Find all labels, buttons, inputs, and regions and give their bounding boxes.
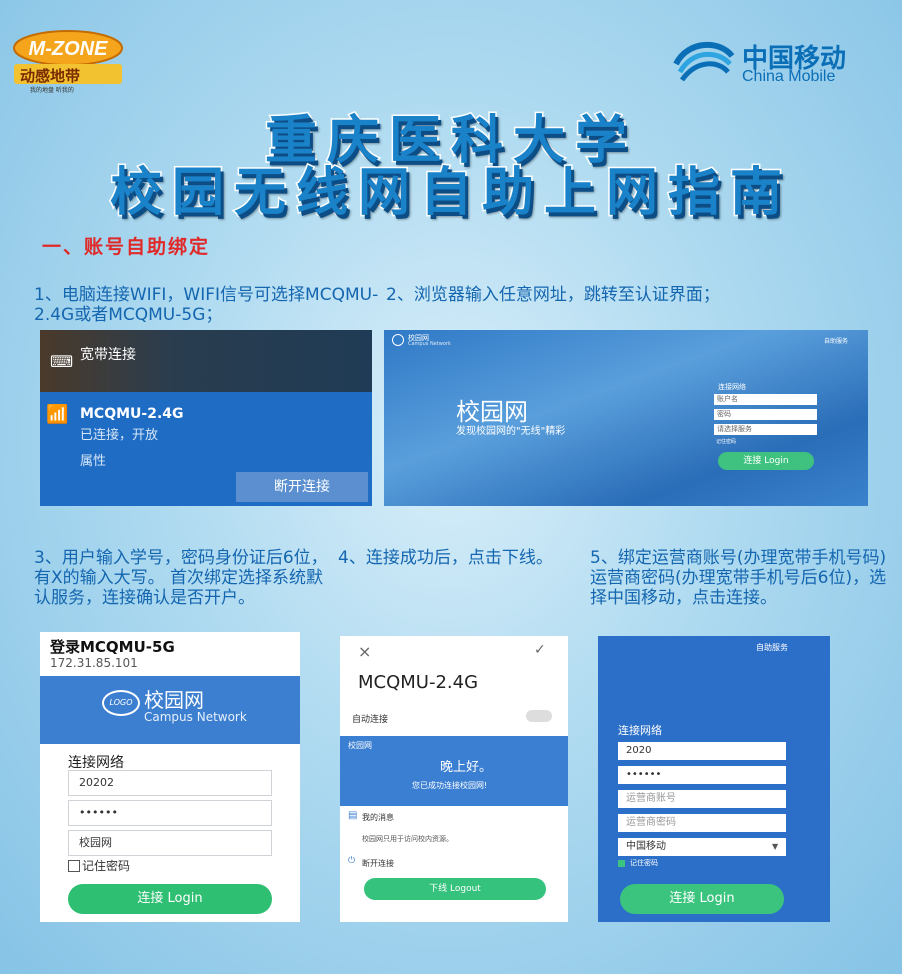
phone-service-input[interactable]: 校园网 xyxy=(68,830,272,856)
step-5-text: 5、绑定运营商账号(办理宽带手机号码)运营商密码(办理宽带手机号后6位)，选择中… xyxy=(590,548,887,608)
step-3-text: 3、用户输入学号，密码身份证后6位，有X的输入大写。 首次绑定选择系统默认服务，… xyxy=(34,548,328,608)
isp-username-input[interactable]: 2020 xyxy=(618,742,786,760)
auto-connect-label: 自动连接 xyxy=(352,715,389,725)
wifi-ssid: MCQMU-2.4G xyxy=(80,406,184,422)
broadband-label: 宽带连接 xyxy=(80,347,136,363)
china-mobile-icon xyxy=(673,41,735,82)
auth-hero-subtitle: 发现校园网的"无线"精彩 xyxy=(456,426,566,437)
mzone-sub: 动感地带 xyxy=(20,67,81,85)
step-1-text: 1、电脑连接WIFI，WIFI信号可选择MCQMU-2.4G或者MCQMU-5G… xyxy=(34,285,379,325)
isp-form-title: 连接网络 xyxy=(618,724,662,737)
campus-logo-icon: LOGO xyxy=(102,690,140,716)
isp-account-input[interactable]: 运营商账号 xyxy=(618,790,786,808)
isp-remember-label: 记住密码 xyxy=(630,859,658,867)
close-icon[interactable]: × xyxy=(358,642,371,661)
china-mobile-logo: 中国移动 China Mobile xyxy=(672,34,872,94)
step-4-text: 4、连接成功后，点击下线。 xyxy=(338,548,553,568)
isp-password-input[interactable]: •••••• xyxy=(618,766,786,784)
campus-label: 校园网 xyxy=(348,741,372,750)
wifi-menu-screenshot: ⌨ 宽带连接 📶 MCQMU-2.4G 已连接，开放 属性 断开连接 xyxy=(40,330,372,506)
isp-password2-input[interactable]: 运营商密码 xyxy=(618,814,786,832)
campus-brand: 校园网 xyxy=(144,688,204,712)
power-icon: ⏻ xyxy=(348,856,356,866)
phone-password-input[interactable]: •••••• xyxy=(68,800,272,826)
disconnect-button[interactable]: 断开连接 xyxy=(236,472,368,502)
greeting-text: 晚上好。 xyxy=(440,760,493,775)
isp-connect-button[interactable]: 连接 Login xyxy=(620,884,784,914)
campus-brand-en: Campus Network xyxy=(144,710,247,724)
broadband-row[interactable]: ⌨ 宽带连接 xyxy=(40,330,372,392)
isp-select[interactable]: 中国移动 xyxy=(618,838,786,856)
auth-page-screenshot: 校园网 Campus Network 自助服务 校园网 发现校园网的"无线"精彩… xyxy=(384,330,868,506)
connected-screenshot: × ✓ MCQMU-2.4G 自动连接 校园网 晚上好。 您已成功连接校园网! … xyxy=(340,636,568,922)
remember-checkbox[interactable] xyxy=(68,860,80,872)
campus-banner: LOGO 校园网 Campus Network xyxy=(40,676,300,744)
auth-password-input[interactable]: 密码 xyxy=(714,409,817,420)
phone-login-screenshot: 登录MCQMU-5G 172.31.85.101 LOGO 校园网 Campus… xyxy=(40,632,300,922)
auto-connect-toggle[interactable] xyxy=(526,710,552,722)
svg-text:M-ZONE: M-ZONE xyxy=(29,38,109,60)
phone-login-title: 登录MCQMU-5G xyxy=(50,638,175,656)
campus-logo-icon xyxy=(392,334,404,346)
message-icon: ▤ xyxy=(348,810,358,821)
isp-remember-checkbox[interactable] xyxy=(618,860,625,867)
isp-binding-screenshot: 自助服务 连接网络 2020 •••••• 运营商账号 运营商密码 中国移动 ▼… xyxy=(598,636,830,922)
china-mobile-en: China Mobile xyxy=(742,68,836,85)
self-service-link[interactable]: 自助服务 xyxy=(824,336,848,345)
section-title: 一、账号自助绑定 xyxy=(42,236,211,258)
logout-button[interactable]: 下线 Logout xyxy=(364,878,546,900)
page-title-line2: 校园无线网自助上网指南 xyxy=(108,162,792,225)
remember-label: 记住密码 xyxy=(82,859,131,873)
auth-service-select[interactable]: 请选择服务 xyxy=(714,424,817,435)
wifi-status: 已连接，开放 xyxy=(80,428,159,443)
messages-title: 我的消息 xyxy=(362,813,394,822)
phone-username-input[interactable]: 20202 xyxy=(68,770,272,796)
ethernet-icon: ⌨ xyxy=(50,352,74,371)
isp-self-service-link[interactable]: 自助服务 xyxy=(756,642,788,653)
phone-login-button[interactable]: 连接 Login xyxy=(68,884,272,914)
chevron-down-icon: ▼ xyxy=(772,842,779,851)
auth-form-title: 连接网络 xyxy=(718,383,746,391)
check-icon[interactable]: ✓ xyxy=(534,642,546,658)
mzone-tag: 我的地盘 听我的 xyxy=(30,87,74,94)
phone-login-ip: 172.31.85.101 xyxy=(50,656,138,670)
wifi-properties-link[interactable]: 属性 xyxy=(80,450,106,469)
auth-remember-checkbox[interactable]: 记住密码 xyxy=(716,438,736,445)
wifi-icon: 📶 xyxy=(46,404,69,425)
auth-username-input[interactable]: 账户名 xyxy=(714,394,817,405)
auth-login-button[interactable]: 连接 Login xyxy=(718,452,814,470)
auth-brand-en: Campus Network xyxy=(408,341,451,347)
success-message: 您已成功连接校园网! xyxy=(412,781,488,790)
success-banner: 校园网 晚上好。 您已成功连接校园网! xyxy=(340,736,568,806)
mzone-logo: M-ZONE 动感地带 我的地盘 听我的 xyxy=(8,28,128,94)
step-2-text: 2、浏览器输入任意网址，跳转至认证界面； xyxy=(386,285,720,305)
disconnect-label[interactable]: 断开连接 xyxy=(362,858,394,869)
messages-body: 校园网只用于访问校内资源。 xyxy=(362,835,453,843)
poster: M-ZONE 动感地带 我的地盘 听我的 中国移动 China Mobile 重… xyxy=(0,0,902,974)
phone-form-title: 连接网络 xyxy=(68,755,124,771)
connected-ssid: MCQMU-2.4G xyxy=(358,672,479,693)
